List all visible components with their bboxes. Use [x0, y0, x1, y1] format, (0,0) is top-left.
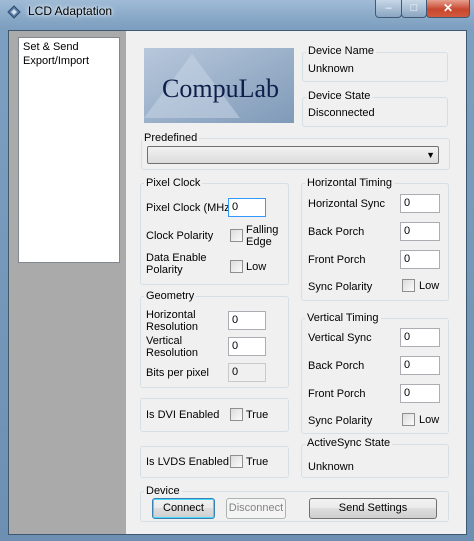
nav-list[interactable]: Set & Send Export/Import — [18, 37, 120, 263]
vertical-timing-title: Vertical Timing — [305, 312, 381, 324]
connect-button[interactable]: Connect — [152, 498, 215, 519]
v-back-porch-label: Back Porch — [308, 360, 365, 372]
v-front-porch-input[interactable]: 0 — [400, 384, 440, 403]
pixel-clock-input[interactable]: 0 — [228, 198, 266, 217]
device-name-value: Unknown — [308, 63, 354, 75]
horizontal-sync-label: Horizontal Sync — [308, 198, 386, 210]
bits-per-pixel-label: Bits per pixel — [146, 367, 209, 379]
dvi-checkbox[interactable] — [230, 408, 243, 421]
close-button[interactable]: ✕ — [426, 0, 470, 18]
minimize-button[interactable]: – — [375, 0, 402, 18]
vertical-sync-label: Vertical Sync — [308, 332, 372, 344]
disconnect-button: Disconnect — [226, 498, 286, 519]
horizontal-resolution-label: Horizontal Resolution — [146, 309, 198, 333]
compulab-logo: CompuLab — [144, 48, 294, 123]
pixel-clock-label: Pixel Clock (MHz) — [146, 202, 234, 214]
horizontal-timing-title: Horizontal Timing — [305, 177, 394, 189]
dropdown-arrow-icon[interactable]: ▼ — [426, 147, 435, 163]
window-title: LCD Adaptation — [28, 4, 113, 18]
nav-item-set-send[interactable]: Set & Send — [23, 41, 79, 53]
pixel-clock-title: Pixel Clock — [144, 177, 203, 189]
vertical-resolution-input[interactable]: 0 — [228, 337, 266, 356]
maximize-button[interactable]: □ — [401, 0, 427, 18]
device-state-label: Device State — [306, 90, 373, 102]
h-sync-polarity-option[interactable]: Low — [419, 280, 439, 292]
logo-text: CompuLab — [162, 74, 279, 103]
lvds-option[interactable]: True — [246, 456, 268, 468]
v-sync-polarity-label: Sync Polarity — [308, 415, 373, 427]
activesync-label: ActiveSync State — [305, 437, 393, 449]
data-enable-polarity-label: Data Enable Polarity — [146, 252, 207, 276]
bits-per-pixel-input: 0 — [228, 363, 266, 382]
dvi-option[interactable]: True — [246, 409, 268, 421]
device-group-label: Device — [144, 485, 182, 497]
predefined-label: Predefined — [142, 132, 200, 144]
h-sync-polarity-label: Sync Polarity — [308, 281, 373, 293]
h-back-porch-label: Back Porch — [308, 226, 365, 238]
predefined-combobox[interactable]: ▼ — [147, 146, 439, 164]
vertical-sync-input[interactable]: 0 — [400, 328, 440, 347]
h-front-porch-input[interactable]: 0 — [400, 250, 440, 269]
device-name-label: Device Name — [306, 45, 377, 57]
h-back-porch-input[interactable]: 0 — [400, 222, 440, 241]
h-sync-polarity-checkbox[interactable] — [402, 279, 415, 292]
clock-polarity-option[interactable]: Falling Edge — [246, 224, 282, 248]
v-front-porch-label: Front Porch — [308, 388, 366, 400]
data-enable-polarity-checkbox[interactable] — [230, 260, 243, 273]
nav-item-export-import[interactable]: Export/Import — [23, 55, 89, 67]
data-enable-polarity-option[interactable]: Low — [246, 261, 266, 273]
lvds-checkbox[interactable] — [230, 455, 243, 468]
device-state-value: Disconnected — [308, 107, 375, 119]
clock-polarity-label: Clock Polarity — [146, 230, 214, 242]
v-sync-polarity-option[interactable]: Low — [419, 414, 439, 426]
horizontal-resolution-input[interactable]: 0 — [228, 311, 266, 330]
send-settings-button[interactable]: Send Settings — [309, 498, 437, 519]
h-front-porch-label: Front Porch — [308, 254, 366, 266]
activesync-value: Unknown — [308, 461, 354, 473]
lvds-label: Is LVDS Enabled — [146, 456, 229, 468]
clock-polarity-checkbox[interactable] — [230, 229, 243, 242]
vertical-resolution-label: Vertical Resolution — [146, 335, 198, 359]
v-back-porch-input[interactable]: 0 — [400, 356, 440, 375]
horizontal-sync-input[interactable]: 0 — [400, 194, 440, 213]
geometry-title: Geometry — [144, 290, 197, 302]
app-icon — [7, 5, 21, 19]
logo-box: CompuLab — [144, 48, 294, 123]
dvi-label: Is DVI Enabled — [146, 409, 220, 421]
v-sync-polarity-checkbox[interactable] — [402, 413, 415, 426]
